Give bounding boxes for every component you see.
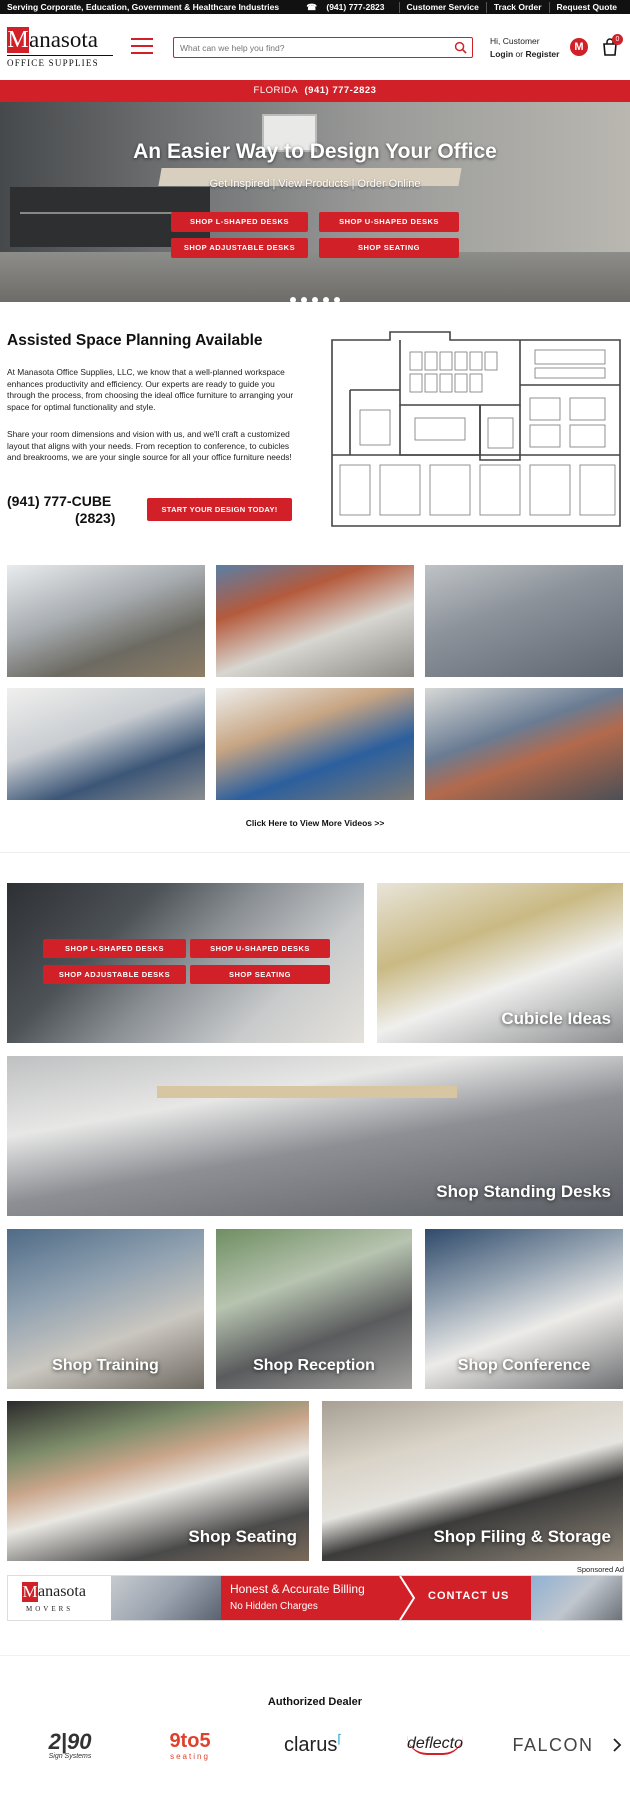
video-thumbnail[interactable]: [216, 688, 414, 800]
movers-logo-m: M: [22, 1582, 38, 1602]
start-design-button[interactable]: START YOUR DESIGN TODAY!: [147, 498, 292, 521]
carousel-dot[interactable]: [290, 297, 296, 302]
more-videos-link[interactable]: Click Here to View More Videos >>: [0, 818, 630, 828]
carousel-dots: [0, 290, 630, 302]
tile-l-shaped-button[interactable]: SHOP L-SHAPED DESKS: [43, 939, 186, 958]
planning-paragraph-2: Share your room dimensions and vision wi…: [7, 429, 292, 462]
seating-label: Shop Seating: [188, 1527, 297, 1546]
cubicle-ideas-tile[interactable]: Cubicle Ideas: [377, 883, 623, 1043]
filing-storage-label: Shop Filing & Storage: [433, 1527, 611, 1546]
planning-title: Assisted Space Planning Available: [7, 332, 263, 349]
ad-headline: Honest & Accurate Billing: [230, 1582, 365, 1596]
reception-label: Shop Reception: [253, 1357, 375, 1374]
cube-phone[interactable]: (941) 777-CUBE (2823): [7, 493, 115, 527]
register-link[interactable]: Register: [525, 49, 559, 59]
request-quote-link[interactable]: Request Quote: [548, 2, 624, 13]
cart-count-badge: 0: [612, 34, 623, 45]
planning-paragraph-1: At Manasota Office Supplies, LLC, we kno…: [7, 367, 294, 412]
greeting: Hi, Customer: [490, 36, 540, 46]
search-bar: [173, 37, 473, 58]
top-bar: Serving Corporate, Education, Government…: [0, 0, 630, 14]
filing-storage-tile[interactable]: Shop Filing & Storage: [322, 1401, 623, 1561]
hero-seating-button[interactable]: SHOP SEATING: [319, 238, 459, 258]
training-tile[interactable]: Shop Training: [7, 1229, 204, 1389]
featured-desk-tile: SHOP L-SHAPED DESKS SHOP U-SHAPED DESKS …: [7, 883, 364, 1043]
movers-logo-sub: MOVERS: [26, 1605, 74, 1613]
sponsored-label: Sponsored Ad: [576, 1565, 624, 1574]
carousel-dot[interactable]: [312, 297, 318, 302]
login-link[interactable]: Login: [490, 49, 513, 59]
logo-subtitle: OFFICE SUPPLIES: [7, 55, 113, 68]
carousel-dot[interactable]: [301, 297, 307, 302]
conference-label: Shop Conference: [457, 1357, 591, 1374]
ad-subline: No Hidden Charges: [230, 1601, 318, 1612]
account-area: Hi, Customer Login or Register: [490, 35, 559, 61]
standing-desks-label: Shop Standing Desks: [436, 1182, 611, 1201]
track-order-link[interactable]: Track Order: [485, 2, 549, 13]
divider: [0, 1655, 630, 1656]
top-phone-link[interactable]: ☎ (941) 777-2823: [299, 2, 398, 13]
cubicle-ideas-label: Cubicle Ideas: [501, 1009, 611, 1028]
location-phone[interactable]: (941) 777-2823: [305, 85, 377, 96]
conference-tile[interactable]: Shop Conference: [425, 1229, 623, 1389]
carousel-dot[interactable]: [334, 297, 340, 302]
or-text: or: [515, 49, 524, 59]
movers-ad-banner[interactable]: M anasota MOVERS Honest & Accurate Billi…: [7, 1575, 623, 1621]
movers-logo-name: anasota: [38, 1583, 86, 1600]
divider: [0, 852, 630, 853]
brand-9to5-logo[interactable]: 9to5 seating: [150, 1725, 230, 1765]
floor-plan-image: [331, 331, 621, 527]
video-thumbnail[interactable]: [7, 688, 205, 800]
movers-team-photo-2: [531, 1576, 622, 1620]
seating-tile[interactable]: Shop Seating: [7, 1401, 309, 1561]
search-input[interactable]: [174, 39, 434, 57]
brand-deflecto-logo[interactable]: deflecto: [390, 1725, 480, 1765]
location-bar: FLORIDA (941) 777-2823: [0, 80, 630, 102]
logo-name: anasota: [29, 27, 98, 52]
brand-clarus-logo[interactable]: clarus ⌈: [268, 1725, 358, 1765]
video-thumbnail[interactable]: [7, 565, 205, 677]
training-label: Shop Training: [52, 1357, 159, 1374]
chevron-right-icon: [399, 1576, 416, 1620]
hero-title: An Easier Way to Design Your Office: [133, 140, 497, 163]
top-links: ☎ (941) 777-2823 Customer Service Track …: [299, 2, 624, 13]
movers-team-photo: [111, 1576, 221, 1620]
hero-u-shaped-button[interactable]: SHOP U-SHAPED DESKS: [319, 212, 459, 232]
standing-desks-tile[interactable]: Shop Standing Desks: [7, 1056, 623, 1216]
site-logo[interactable]: M anasota OFFICE SUPPLIES: [7, 27, 113, 69]
hero-tagline: Get Inspired | View Products | Order Onl…: [209, 178, 421, 190]
hero-l-shaped-button[interactable]: SHOP L-SHAPED DESKS: [171, 212, 308, 232]
brand-290-logo[interactable]: 2|90 Sign Systems: [30, 1725, 110, 1765]
search-icon[interactable]: [454, 41, 467, 54]
chevron-right-icon[interactable]: [612, 1738, 622, 1752]
wishlist-icon[interactable]: M: [570, 38, 588, 56]
menu-icon[interactable]: [131, 38, 153, 56]
brand-falcon-logo[interactable]: FALCON: [508, 1725, 598, 1765]
location-state: FLORIDA: [253, 85, 299, 96]
tile-adjustable-button[interactable]: SHOP ADJUSTABLE DESKS: [43, 965, 186, 984]
video-thumbnail[interactable]: [425, 565, 623, 677]
movers-logo: M anasota MOVERS: [8, 1576, 111, 1620]
contact-us-button[interactable]: CONTACT US: [428, 1590, 509, 1602]
hero-adjustable-button[interactable]: SHOP ADJUSTABLE DESKS: [171, 238, 308, 258]
video-thumbnail[interactable]: [425, 688, 623, 800]
tile-seating-button[interactable]: SHOP SEATING: [190, 965, 330, 984]
reception-tile[interactable]: Shop Reception: [216, 1229, 412, 1389]
hero-banner: An Easier Way to Design Your Office Get …: [0, 102, 630, 302]
customer-service-link[interactable]: Customer Service: [398, 2, 486, 13]
carousel-dot[interactable]: [323, 297, 329, 302]
video-thumbnail[interactable]: [216, 565, 414, 677]
serving-text: Serving Corporate, Education, Government…: [7, 2, 280, 12]
tile-u-shaped-button[interactable]: SHOP U-SHAPED DESKS: [190, 939, 330, 958]
authorized-dealer-title: Authorized Dealer: [267, 1696, 363, 1708]
logo-m: M: [7, 27, 29, 53]
